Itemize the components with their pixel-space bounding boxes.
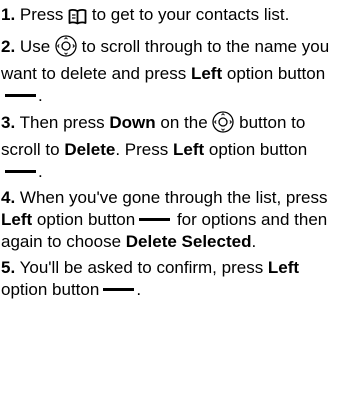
left-option-button-icon xyxy=(5,170,36,173)
instruction-steps: 1. Press to get to your contacts list. 2… xyxy=(1,4,341,305)
nav-pad-icon xyxy=(55,35,77,63)
left-option-button-icon xyxy=(103,288,135,291)
step-number: 5. xyxy=(1,258,16,277)
step-4: 4. When you've gone through the list, pr… xyxy=(1,188,328,251)
step-3: 3. Then press Down on the button to scro… xyxy=(1,111,308,181)
step-1: 1. Press to get to your contacts list. xyxy=(1,4,341,31)
step-2: 2. Use to scroll through to the name you… xyxy=(1,35,330,105)
nav-pad-icon xyxy=(212,111,235,139)
step-5: 5. You'll be asked to confirm, press Lef… xyxy=(1,258,300,299)
step-number: 2. xyxy=(1,37,16,56)
step-number: 4. xyxy=(1,188,16,207)
step-number: 3. xyxy=(1,113,16,132)
left-option-button-icon xyxy=(139,218,171,221)
step-number: 1. xyxy=(1,5,16,24)
left-option-button-icon xyxy=(5,94,36,97)
contacts-book-icon xyxy=(68,8,87,31)
